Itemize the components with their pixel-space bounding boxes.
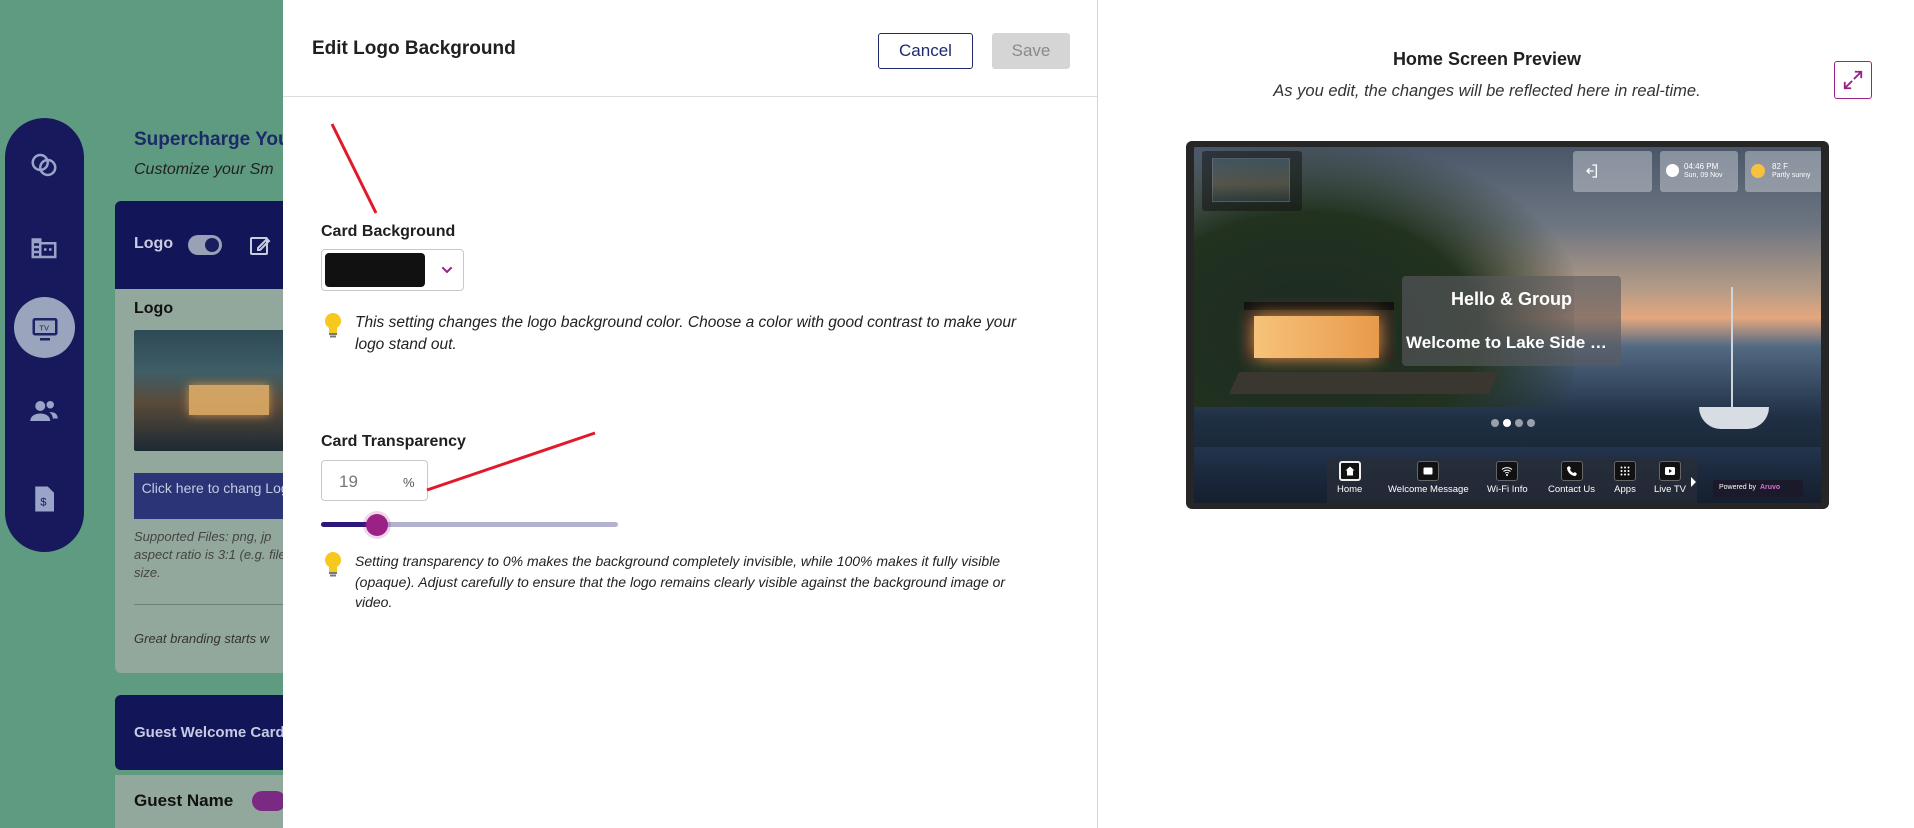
color-swatch xyxy=(325,253,425,287)
guest-name-toggle[interactable] xyxy=(252,791,283,811)
clock-icon xyxy=(1666,164,1679,177)
wifi-icon xyxy=(1501,467,1513,476)
tv-condition: Partly sunny xyxy=(1772,172,1811,179)
expand-icon xyxy=(1843,70,1863,90)
save-button[interactable]: Save xyxy=(992,33,1070,69)
chevron-down-icon xyxy=(441,266,453,274)
annotation-marks xyxy=(330,123,596,492)
tv-navigation-bar: Home Welcome Message Wi-Fi Info Contact … xyxy=(1327,457,1697,503)
transparency-tip-text: Setting transparency to 0% makes the bac… xyxy=(355,553,1006,610)
scenery-boat xyxy=(1699,407,1769,429)
transparency-input[interactable]: 19 % xyxy=(321,460,428,501)
logo-section-card: Logo Logo Click here to chang Logo Suppo… xyxy=(115,201,283,673)
page-title: Supercharge You xyxy=(134,129,283,150)
home-screen-preview-panel: Home Screen Preview As you edit, the cha… xyxy=(1099,0,1914,828)
logo-section-header: Logo xyxy=(115,201,283,289)
svg-text:TV: TV xyxy=(39,323,49,332)
carousel-dot xyxy=(1503,419,1511,427)
percent-unit: % xyxy=(403,475,415,490)
logo-header-label: Logo xyxy=(134,235,174,252)
tv-date: Sun, 09 Nov xyxy=(1684,172,1723,179)
users-icon[interactable] xyxy=(19,386,69,436)
card-background-color-select[interactable] xyxy=(321,249,464,291)
background-page: TV $ Supercharge You Customize your Sm L… xyxy=(0,0,283,828)
tv-logo-card xyxy=(1202,151,1302,211)
divider xyxy=(134,604,283,605)
transparency-slider[interactable] xyxy=(321,514,618,536)
lightbulb-icon xyxy=(325,313,341,338)
play-icon xyxy=(1665,467,1675,475)
tv-icon[interactable]: TV xyxy=(14,297,75,358)
exit-icon xyxy=(1586,164,1597,178)
tv-screen: 04:46 PM Sun, 09 Nov 82 F Partly sunny H… xyxy=(1194,147,1821,503)
card-background-tip: This setting changes the logo background… xyxy=(321,312,1041,356)
page-subtitle: Customize your Sm xyxy=(134,161,274,178)
transparency-value: 19 xyxy=(339,472,358,491)
transparency-tip: Setting transparency to 0% makes the bac… xyxy=(321,551,1041,613)
tv-temperature: 82 F xyxy=(1772,162,1789,171)
tv-clock-widget: 04:46 PM Sun, 09 Nov xyxy=(1660,151,1738,192)
preview-subtitle: As you edit, the changes will be reflect… xyxy=(1273,82,1701,100)
tv-logo-image xyxy=(1212,158,1290,202)
editor-title: Edit Logo Background xyxy=(312,38,516,59)
expand-preview-button[interactable] xyxy=(1834,61,1872,99)
tv-nav-wifi-info: Wi-Fi Info xyxy=(1487,461,1528,495)
guest-name-row: Guest Name xyxy=(115,775,283,828)
side-navigation-rail: TV $ xyxy=(5,118,84,552)
lightbulb-icon xyxy=(325,552,341,577)
home-icon xyxy=(1345,466,1355,476)
tv-nav-home: Home xyxy=(1337,461,1362,495)
message-icon xyxy=(1423,467,1433,475)
tv-time: 04:46 PM xyxy=(1684,162,1719,171)
tv-welcome-card: Hello & Group Welcome to Lake Side Cotta… xyxy=(1402,276,1621,366)
card-transparency-label: Card Transparency xyxy=(321,433,466,450)
powered-by-badge: Powered by Aruvo xyxy=(1713,480,1803,497)
edit-logo-background-panel: Edit Logo Background Cancel Save Card Ba… xyxy=(283,0,1098,828)
tv-nav-apps: Apps xyxy=(1614,461,1636,495)
cancel-button[interactable]: Cancel xyxy=(878,33,973,69)
building-icon[interactable] xyxy=(19,222,69,272)
guest-welcome-card-label: Guest Welcome Card xyxy=(134,724,283,741)
tv-exit-widget xyxy=(1573,151,1652,192)
sun-icon xyxy=(1751,164,1765,178)
logo-title: Logo xyxy=(134,300,174,317)
card-background-label: Card Background xyxy=(321,223,456,240)
tv-nav-live-tv: Live TV xyxy=(1652,461,1688,495)
preview-title: Home Screen Preview xyxy=(1392,49,1582,69)
apps-grid-icon xyxy=(1620,466,1630,476)
editor-header: Edit Logo Background Cancel Save xyxy=(283,0,1097,97)
rings-icon[interactable] xyxy=(19,140,69,190)
carousel-dot xyxy=(1515,419,1523,427)
scenery-mast xyxy=(1731,287,1733,409)
annotation-arrow xyxy=(330,123,378,214)
supported-files-text: Supported Files: png, jp aspect ratio is… xyxy=(134,529,283,580)
card-background-tip-text: This setting changes the logo background… xyxy=(355,314,1017,353)
tv-weather-widget: 82 F Partly sunny xyxy=(1745,151,1821,192)
logo-toggle[interactable] xyxy=(188,235,222,255)
slider-thumb[interactable] xyxy=(366,514,389,536)
guest-welcome-card-header: Guest Welcome Card xyxy=(115,695,283,770)
svg-text:$: $ xyxy=(40,496,47,508)
tv-nav-contact-us: Contact Us xyxy=(1548,461,1595,495)
tv-greeting: Hello & Group xyxy=(1451,289,1572,309)
carousel-dot xyxy=(1491,419,1499,427)
scenery-deck xyxy=(1228,372,1500,394)
carousel-dot xyxy=(1527,419,1535,427)
change-logo-button[interactable]: Click here to chang Logo xyxy=(134,473,283,519)
guest-name-label: Guest Name xyxy=(134,791,234,810)
chevron-right-icon xyxy=(1691,477,1696,487)
invoice-icon[interactable]: $ xyxy=(19,474,69,524)
scenery-house xyxy=(1244,302,1394,362)
edit-icon[interactable] xyxy=(248,234,272,258)
phone-icon xyxy=(1566,466,1577,476)
logo-thumbnail xyxy=(134,330,283,451)
carousel-dots xyxy=(1491,419,1535,427)
branding-text: Great branding starts w xyxy=(134,631,270,646)
tv-nav-welcome-message: Welcome Message xyxy=(1388,461,1469,495)
tv-welcome-message: Welcome to Lake Side Cottage xyxy=(1406,333,1617,352)
tv-preview-frame: 04:46 PM Sun, 09 Nov 82 F Partly sunny H… xyxy=(1186,141,1829,509)
